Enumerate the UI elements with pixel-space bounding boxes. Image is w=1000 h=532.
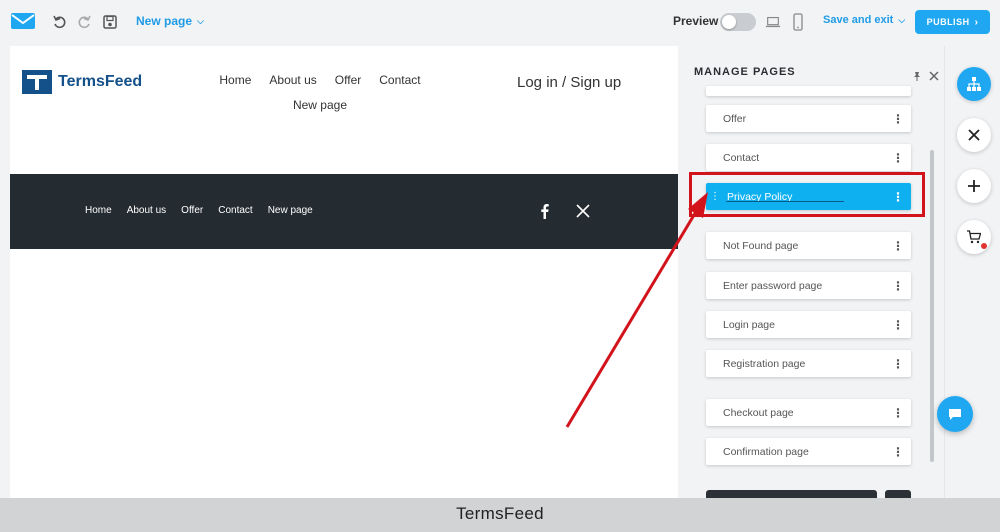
page-item-label: Not Found page bbox=[723, 239, 799, 252]
header-nav-contact[interactable]: Contact bbox=[370, 68, 429, 93]
toggle-knob bbox=[722, 15, 736, 29]
termsfeed-logo-icon bbox=[22, 70, 52, 94]
more-options-icon[interactable]: ⋮ bbox=[892, 151, 904, 165]
more-options-icon[interactable]: ⋮ bbox=[892, 279, 904, 293]
footer-nav-home[interactable]: Home bbox=[85, 205, 112, 216]
footer-nav: Home About us Offer Contact New page bbox=[85, 205, 328, 216]
sitemap-button[interactable] bbox=[957, 67, 991, 101]
page-item-label: Contact bbox=[723, 151, 760, 164]
page-item-label: Enter password page bbox=[723, 279, 823, 292]
more-options-icon[interactable]: ⋮ bbox=[892, 318, 904, 332]
site-logo[interactable]: TermsFeed bbox=[22, 70, 142, 94]
more-options-icon[interactable]: ⋮ bbox=[892, 112, 904, 126]
preview-label: Preview bbox=[673, 14, 719, 28]
panel-title: MANAGE PAGES bbox=[694, 66, 796, 78]
page-selector[interactable]: New page ⌵ bbox=[136, 14, 204, 28]
header-nav: Home About us Offer Contact New page bbox=[210, 68, 430, 118]
login-signup-link[interactable]: Log in / Sign up bbox=[517, 74, 621, 91]
save-and-exit-label: Save and exit bbox=[823, 14, 894, 26]
publish-button[interactable]: PUBLISH › bbox=[915, 10, 990, 34]
close-button[interactable] bbox=[957, 118, 991, 152]
page-item-label: Confirmation page bbox=[723, 445, 809, 458]
more-options-icon[interactable]: ⋮ bbox=[892, 445, 904, 459]
top-toolbar: New page ⌵ Preview Save and exit ⌵ PUBLI… bbox=[0, 0, 1000, 44]
page-item-registration[interactable]: Registration page ⋮ bbox=[706, 350, 911, 377]
add-element-button[interactable] bbox=[957, 169, 991, 203]
page-item-partial[interactable] bbox=[706, 86, 911, 96]
brand-name: TermsFeed bbox=[58, 73, 143, 90]
preview-toggle[interactable] bbox=[720, 13, 756, 31]
more-options-icon[interactable]: ⋮ bbox=[892, 406, 904, 420]
pin-icon[interactable] bbox=[912, 68, 922, 81]
sitemap-icon bbox=[967, 77, 981, 91]
redo-icon[interactable] bbox=[76, 14, 92, 30]
facebook-icon[interactable] bbox=[537, 203, 553, 219]
publish-label: PUBLISH bbox=[926, 17, 970, 27]
caption-bar: TermsFeed bbox=[0, 498, 1000, 532]
page-item-checkout[interactable]: Checkout page ⋮ bbox=[706, 399, 911, 426]
x-icon[interactable] bbox=[575, 203, 591, 219]
more-options-icon[interactable]: ⋮ bbox=[892, 357, 904, 371]
cart-button[interactable] bbox=[957, 220, 991, 254]
header-nav-offer[interactable]: Offer bbox=[326, 68, 370, 93]
save-icon[interactable] bbox=[102, 14, 118, 30]
page-item-contact[interactable]: Contact ⋮ bbox=[706, 144, 911, 171]
close-panel-icon[interactable] bbox=[929, 68, 939, 81]
header-nav-about[interactable]: About us bbox=[260, 68, 325, 93]
page-item-not-found[interactable]: Not Found page ⋮ bbox=[706, 232, 911, 259]
envelope-logo-icon[interactable] bbox=[10, 10, 36, 32]
panel-scrollbar[interactable] bbox=[930, 150, 934, 462]
footer-nav-offer[interactable]: Offer bbox=[181, 205, 203, 216]
save-and-exit-button[interactable]: Save and exit ⌵ bbox=[823, 14, 905, 26]
page-selector-label: New page bbox=[136, 14, 193, 28]
header-nav-home[interactable]: Home bbox=[210, 68, 260, 93]
page-canvas[interactable]: TermsFeed Home About us Offer Contact Ne… bbox=[10, 46, 678, 498]
close-icon bbox=[968, 129, 980, 141]
chat-icon bbox=[949, 409, 961, 420]
cart-icon bbox=[967, 230, 981, 244]
chevron-right-icon: › bbox=[974, 16, 979, 28]
page-item-login[interactable]: Login page ⋮ bbox=[706, 311, 911, 338]
site-footer[interactable]: Home About us Offer Contact New page bbox=[10, 174, 678, 249]
mobile-view-icon[interactable] bbox=[792, 13, 808, 31]
plus-icon bbox=[968, 180, 980, 192]
chevron-down-icon: ⌵ bbox=[197, 15, 204, 26]
page-item-enter-password[interactable]: Enter password page ⋮ bbox=[706, 272, 911, 299]
page-item-label: Login page bbox=[723, 318, 775, 331]
chevron-down-icon: ⌵ bbox=[898, 14, 906, 25]
page-item-offer[interactable]: Offer ⋮ bbox=[706, 105, 911, 132]
page-item-label: Checkout page bbox=[723, 406, 794, 419]
undo-icon[interactable] bbox=[52, 14, 68, 30]
highlight-box bbox=[689, 172, 925, 217]
page-item-confirmation[interactable]: Confirmation page ⋮ bbox=[706, 438, 911, 465]
more-options-icon[interactable]: ⋮ bbox=[892, 239, 904, 253]
notification-dot bbox=[981, 243, 987, 249]
page-item-label: Registration page bbox=[723, 357, 806, 370]
desktop-view-icon[interactable] bbox=[765, 14, 781, 30]
footer-nav-contact[interactable]: Contact bbox=[218, 205, 252, 216]
manage-pages-panel: MANAGE PAGES Offer ⋮ Contact ⋮ ⋮ Privacy… bbox=[681, 46, 943, 500]
footer-nav-about[interactable]: About us bbox=[127, 205, 166, 216]
footer-nav-new-page[interactable]: New page bbox=[268, 205, 313, 216]
header-nav-new-page[interactable]: New page bbox=[284, 93, 356, 118]
chat-button[interactable] bbox=[937, 396, 973, 432]
page-item-label: Offer bbox=[723, 112, 747, 125]
